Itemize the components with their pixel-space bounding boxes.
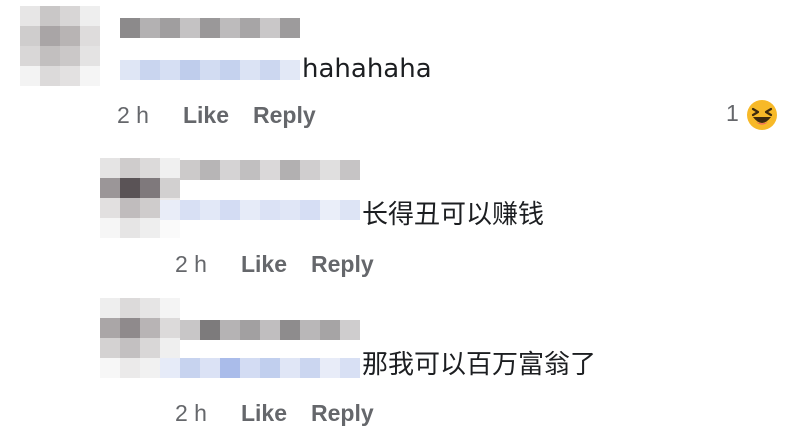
comment-actions: 2 h Like Reply [175,400,374,427]
mention-link[interactable] [160,200,360,220]
timestamp: 2 h [175,400,207,426]
comment-thread: hahahaha 2 h Like Reply 1 长得丑可以赚钱 2 h Li… [0,0,800,439]
reaction-summary[interactable]: 1 [726,98,777,130]
avatar[interactable] [100,158,180,238]
like-button[interactable]: Like [241,251,287,278]
timestamp: 2 h [117,102,149,128]
reply-button[interactable]: Reply [311,400,374,427]
comment-actions: 2 h Like Reply [117,102,316,129]
comment-text: 长得丑可以赚钱 [362,200,545,230]
timestamp: 2 h [175,251,207,277]
mention-link[interactable] [120,60,300,80]
comment-text: hahahaha [302,54,432,84]
like-button[interactable]: Like [183,102,229,129]
reaction-count: 1 [726,99,739,126]
comment-text: 那我可以百万富翁了 [362,350,597,380]
reply-button[interactable]: Reply [311,251,374,278]
commenter-name[interactable] [180,160,360,180]
avatar[interactable] [20,6,100,86]
laughing-emoji-icon [745,98,777,130]
mention-link[interactable] [160,358,360,378]
comment-actions: 2 h Like Reply [175,251,374,278]
like-button[interactable]: Like [241,400,287,427]
reply-button[interactable]: Reply [253,102,316,129]
commenter-name[interactable] [120,18,300,38]
commenter-name[interactable] [180,320,360,340]
